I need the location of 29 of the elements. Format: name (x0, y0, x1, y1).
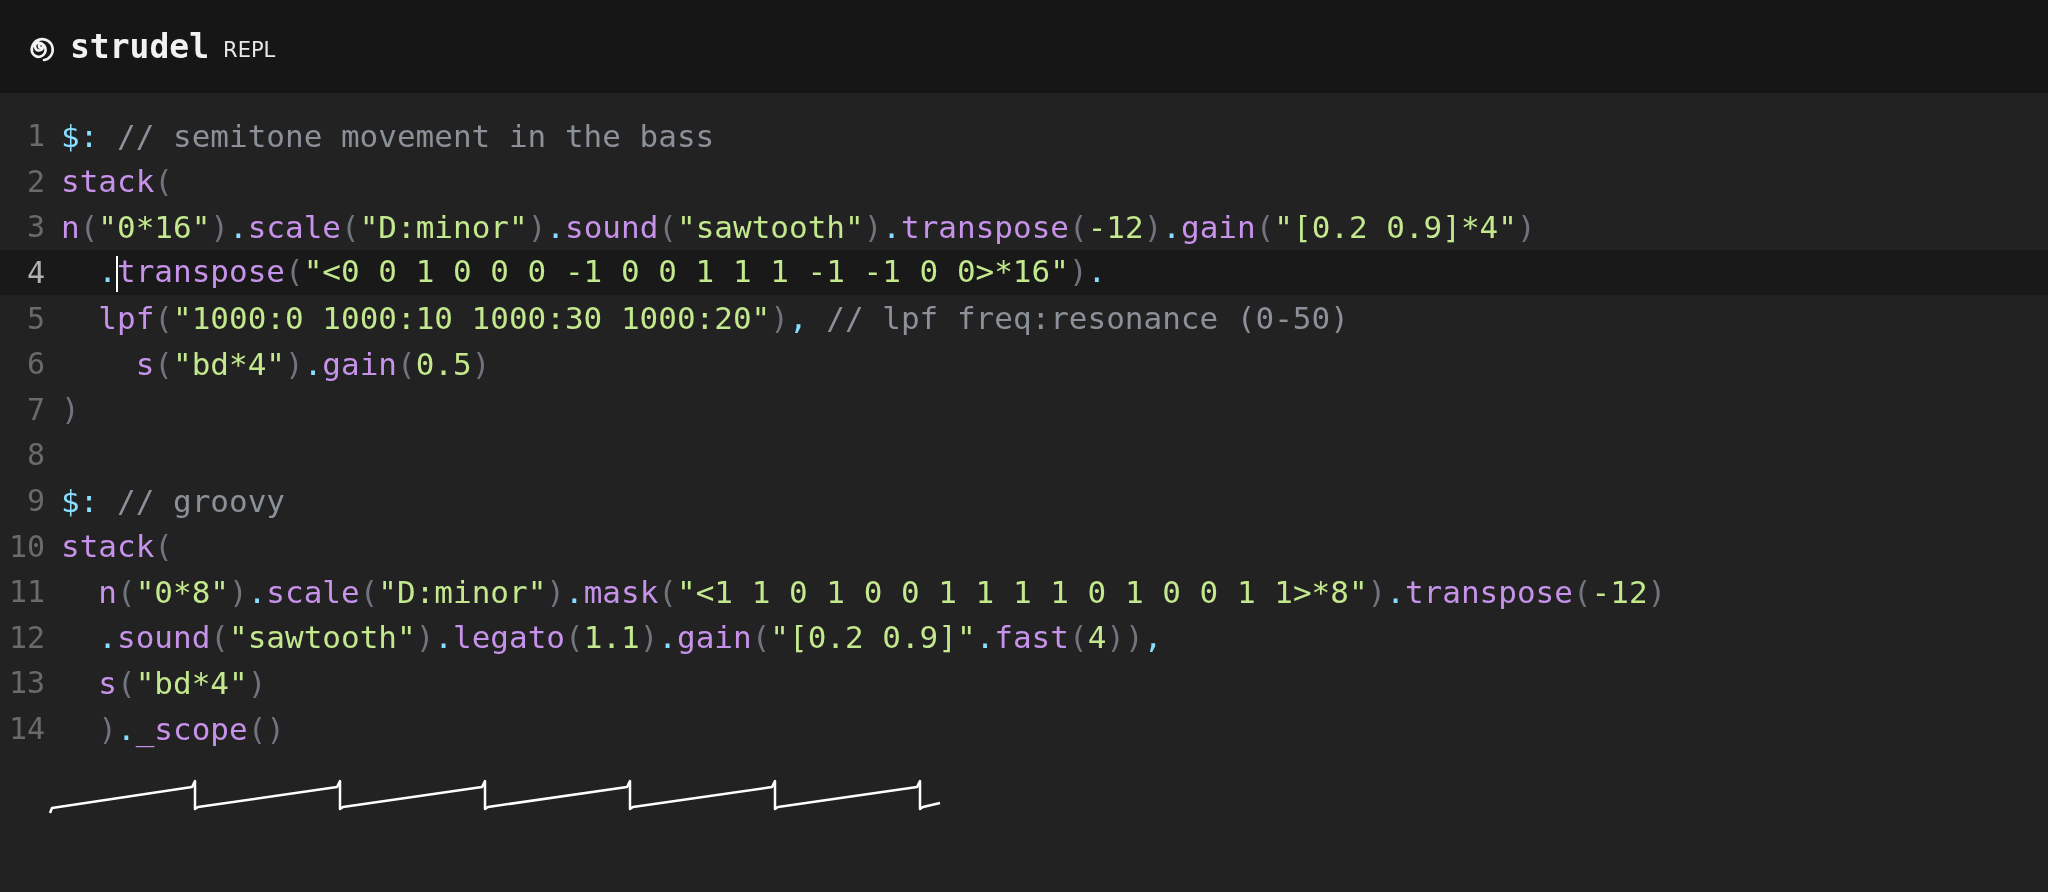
line-number: 10 (7, 528, 46, 564)
line-number: 5 (25, 300, 46, 336)
code-line: .sound("sawtooth").legato(1.1).gain("[0.2 0.9]".fast(4)), (97, 619, 1163, 656)
app-subtitle: REPL (223, 37, 276, 62)
line-number: 2 (25, 163, 46, 199)
code-line: )._scope() (97, 710, 285, 747)
code-line: $: // groovy (61, 482, 285, 519)
line-number: 7 (25, 391, 46, 427)
code-line: s("bd*4") (97, 664, 267, 701)
code-line: ) (61, 391, 80, 428)
line-number: 9 (25, 483, 46, 519)
line-number: 8 (25, 437, 46, 473)
code-line: stack( (61, 528, 173, 565)
line-number: 12 (7, 619, 46, 655)
code-line: n("0*16").scale("D:minor").sound("sawtooth").transpose(-12).gain("[0.2 0.9]*4") (61, 209, 1536, 245)
code-line: n("0*8").scale("D:minor").mask("<1 1 0 1 0 0 1 1 1 1 0 1 0 0 1 1>*8").transpose(-12) (97, 573, 1667, 610)
line-number: 6 (25, 346, 46, 382)
code-line: stack( (61, 163, 173, 200)
line-number: 14 (7, 711, 46, 746)
code-line: $: // semitone movement in the bass (61, 117, 715, 154)
code-line: s("bd*4").gain(0.5) (134, 345, 491, 382)
line-number: 1 (25, 118, 46, 154)
code-line: .transpose("<0 0 1 0 0 0 -1 0 0 1 1 1 -1 -1 0 0>*16"). (97, 253, 1107, 292)
line-number: 4 (25, 255, 46, 291)
app-title: strudel (70, 27, 210, 66)
line-number: 3 (25, 209, 46, 245)
line-number: 13 (7, 665, 46, 701)
line-number: 11 (7, 574, 46, 610)
code-line: lpf("1000:0 1000:10 1000:30 1000:20"), // lpf freq:resonance (0-50) (97, 300, 1349, 337)
